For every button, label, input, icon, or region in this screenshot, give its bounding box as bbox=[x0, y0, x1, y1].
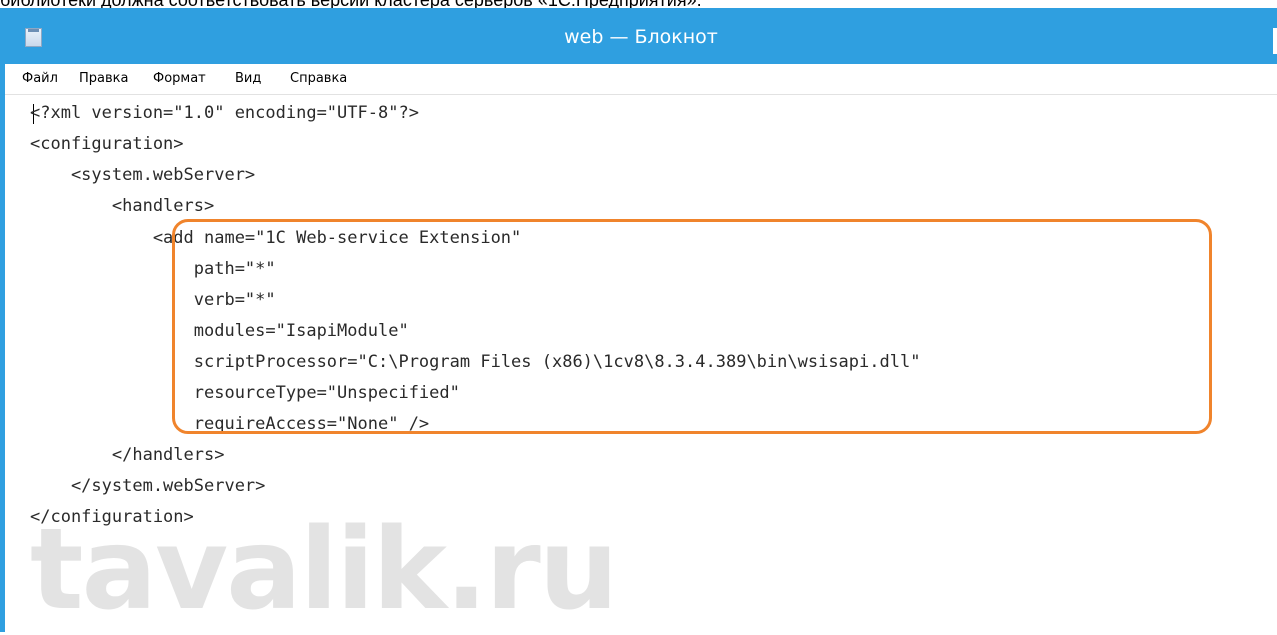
watermark: tavalik.ru bbox=[30, 505, 618, 635]
code-line: </handlers> bbox=[30, 445, 225, 465]
code-line: <?xml version="1.0" encoding="UTF-8"?> bbox=[30, 103, 419, 123]
menu-edit[interactable]: Правка bbox=[79, 71, 128, 86]
menu-help[interactable]: Справка bbox=[290, 71, 347, 86]
code-line: <configuration> bbox=[30, 134, 184, 154]
code-line: <system.webServer> bbox=[30, 165, 256, 185]
highlight-box bbox=[172, 219, 1212, 434]
window-controls-edge bbox=[1273, 28, 1277, 54]
code-line: <handlers> bbox=[30, 196, 215, 216]
menu-file[interactable]: Файл bbox=[22, 71, 58, 86]
window-title: web — Блокнот bbox=[564, 26, 718, 48]
menu-format[interactable]: Формат bbox=[153, 71, 206, 86]
code-line: </system.webServer> bbox=[30, 476, 266, 496]
menu-bar: Файл Правка Формат Вид Справка bbox=[5, 64, 1277, 94]
menu-view[interactable]: Вид bbox=[235, 71, 261, 86]
title-bar[interactable]: web — Блокнот bbox=[5, 10, 1277, 64]
